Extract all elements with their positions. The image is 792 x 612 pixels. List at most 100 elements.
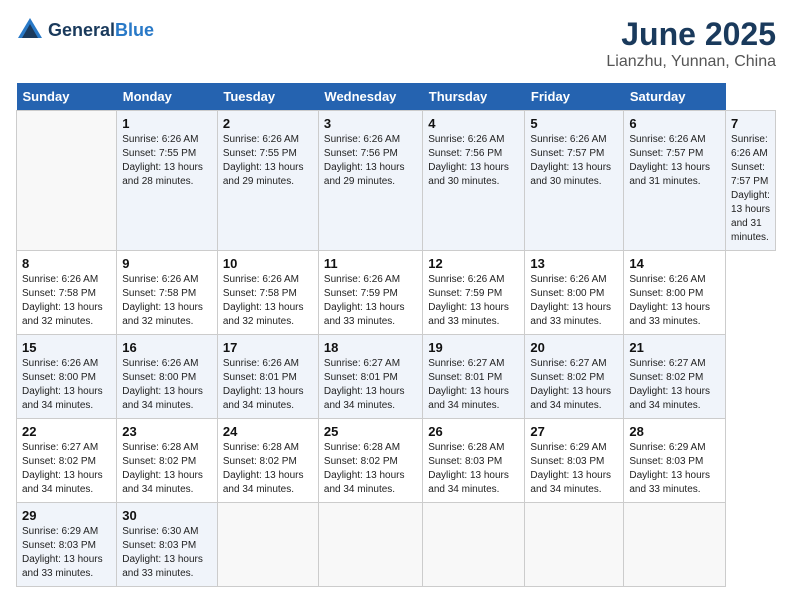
calendar-cell: 4 Sunrise: 6:26 AMSunset: 7:56 PMDaylight…: [423, 111, 525, 251]
day-info: Sunrise: 6:28 AMSunset: 8:02 PMDaylight:…: [122, 441, 212, 497]
weekday-header-friday: Friday: [525, 83, 624, 111]
day-number: 12: [428, 256, 519, 271]
day-number: 24: [223, 424, 313, 439]
day-info: Sunrise: 6:26 AMSunset: 7:58 PMDaylight:…: [22, 273, 111, 329]
day-number: 28: [629, 424, 720, 439]
calendar-cell: 11 Sunrise: 6:26 AMSunset: 7:59 PMDayligh…: [318, 251, 422, 335]
logo: GeneralBlue: [16, 16, 154, 44]
day-info: Sunrise: 6:26 AMSunset: 7:55 PMDaylight:…: [122, 133, 212, 189]
day-number: 18: [324, 340, 417, 355]
title-area: June 2025 Lianzhu, Yunnan, China: [606, 16, 776, 71]
day-number: 19: [428, 340, 519, 355]
calendar-cell: 15 Sunrise: 6:26 AMSunset: 8:00 PMDayligh…: [17, 335, 117, 419]
week-row-4: 22 Sunrise: 6:27 AMSunset: 8:02 PMDayligh…: [17, 419, 776, 503]
calendar-cell: 5 Sunrise: 6:26 AMSunset: 7:57 PMDaylight…: [525, 111, 624, 251]
day-info: Sunrise: 6:27 AMSunset: 8:01 PMDaylight:…: [324, 357, 417, 413]
weekday-header-wednesday: Wednesday: [318, 83, 422, 111]
calendar-cell: 6Sunrise: 6:26 AMSunset: 7:57 PMDaylight…: [624, 111, 726, 251]
day-info: Sunrise: 6:26 AMSunset: 7:58 PMDaylight:…: [122, 273, 212, 329]
day-number: 26: [428, 424, 519, 439]
calendar-cell: 2 Sunrise: 6:26 AMSunset: 7:55 PMDaylight…: [217, 111, 318, 251]
day-info: Sunrise: 6:26 AMSunset: 7:56 PMDaylight:…: [428, 133, 519, 189]
day-info: Sunrise: 6:26 AMSunset: 7:57 PMDaylight:…: [530, 133, 618, 189]
day-info: Sunrise: 6:27 AMSunset: 8:02 PMDaylight:…: [530, 357, 618, 413]
day-info: Sunrise: 6:26 AMSunset: 7:55 PMDaylight:…: [223, 133, 313, 189]
day-number: 23: [122, 424, 212, 439]
day-number: 9: [122, 256, 212, 271]
day-info: Sunrise: 6:26 AMSunset: 7:57 PMDaylight:…: [731, 133, 770, 245]
calendar-cell: 8 Sunrise: 6:26 AMSunset: 7:58 PMDaylight…: [17, 251, 117, 335]
day-info: Sunrise: 6:27 AMSunset: 8:02 PMDaylight:…: [629, 357, 720, 413]
week-row-1: 1Sunrise: 6:26 AMSunset: 7:55 PMDaylight…: [17, 111, 776, 251]
calendar-cell: 7 Sunrise: 6:26 AMSunset: 7:57 PMDaylight…: [726, 111, 776, 251]
day-info: Sunrise: 6:28 AMSunset: 8:02 PMDaylight:…: [324, 441, 417, 497]
calendar-cell: 24 Sunrise: 6:28 AMSunset: 8:02 PMDayligh…: [217, 419, 318, 503]
logo-text: GeneralBlue: [48, 20, 154, 41]
logo-icon: [16, 16, 44, 44]
day-info: Sunrise: 6:27 AMSunset: 8:01 PMDaylight:…: [428, 357, 519, 413]
day-number: 3: [324, 116, 417, 131]
day-number: 11: [324, 256, 417, 271]
header: GeneralBlue June 2025 Lianzhu, Yunnan, C…: [16, 16, 776, 71]
calendar-cell: 10 Sunrise: 6:26 AMSunset: 7:58 PMDayligh…: [217, 251, 318, 335]
day-info: Sunrise: 6:26 AMSunset: 7:57 PMDaylight:…: [629, 133, 720, 189]
day-info: Sunrise: 6:26 AMSunset: 7:58 PMDaylight:…: [223, 273, 313, 329]
day-number: 2: [223, 116, 313, 131]
calendar-cell: 23 Sunrise: 6:28 AMSunset: 8:02 PMDayligh…: [117, 419, 218, 503]
weekday-header-thursday: Thursday: [423, 83, 525, 111]
calendar-cell: 28 Sunrise: 6:29 AMSunset: 8:03 PMDayligh…: [624, 419, 726, 503]
day-info: Sunrise: 6:28 AMSunset: 8:02 PMDaylight:…: [223, 441, 313, 497]
day-number: 5: [530, 116, 618, 131]
calendar-cell: [318, 503, 422, 587]
day-number: 20: [530, 340, 618, 355]
calendar-title: June 2025: [606, 16, 776, 53]
week-row-5: 29Sunrise: 6:29 AMSunset: 8:03 PMDayligh…: [17, 503, 776, 587]
day-info: Sunrise: 6:28 AMSunset: 8:03 PMDaylight:…: [428, 441, 519, 497]
day-info: Sunrise: 6:29 AMSunset: 8:03 PMDaylight:…: [530, 441, 618, 497]
day-info: Sunrise: 6:26 AMSunset: 8:00 PMDaylight:…: [629, 273, 720, 329]
day-number: 25: [324, 424, 417, 439]
day-info: Sunrise: 6:26 AMSunset: 7:59 PMDaylight:…: [428, 273, 519, 329]
day-info: Sunrise: 6:26 AMSunset: 8:01 PMDaylight:…: [223, 357, 313, 413]
logo-general: General: [48, 20, 115, 40]
week-row-3: 15 Sunrise: 6:26 AMSunset: 8:00 PMDayligh…: [17, 335, 776, 419]
day-number: 13: [530, 256, 618, 271]
calendar-cell: 20 Sunrise: 6:27 AMSunset: 8:02 PMDayligh…: [525, 335, 624, 419]
calendar-cell: 25 Sunrise: 6:28 AMSunset: 8:02 PMDayligh…: [318, 419, 422, 503]
day-info: Sunrise: 6:26 AMSunset: 8:00 PMDaylight:…: [122, 357, 212, 413]
day-info: Sunrise: 6:26 AMSunset: 7:59 PMDaylight:…: [324, 273, 417, 329]
calendar-cell: 18 Sunrise: 6:27 AMSunset: 8:01 PMDayligh…: [318, 335, 422, 419]
week-row-2: 8 Sunrise: 6:26 AMSunset: 7:58 PMDaylight…: [17, 251, 776, 335]
weekday-header-tuesday: Tuesday: [217, 83, 318, 111]
calendar-cell: 27Sunrise: 6:29 AMSunset: 8:03 PMDayligh…: [525, 419, 624, 503]
weekday-header-sunday: Sunday: [17, 83, 117, 111]
logo-blue: Blue: [115, 20, 154, 40]
calendar-cell: 9 Sunrise: 6:26 AMSunset: 7:58 PMDaylight…: [117, 251, 218, 335]
calendar-cell: 22 Sunrise: 6:27 AMSunset: 8:02 PMDayligh…: [17, 419, 117, 503]
calendar-cell: 1Sunrise: 6:26 AMSunset: 7:55 PMDaylight…: [117, 111, 218, 251]
calendar-cell: [217, 503, 318, 587]
day-info: Sunrise: 6:29 AMSunset: 8:03 PMDaylight:…: [629, 441, 720, 497]
day-number: 22: [22, 424, 111, 439]
weekday-header-monday: Monday: [117, 83, 218, 111]
calendar-header: SundayMondayTuesdayWednesdayThursdayFrid…: [17, 83, 776, 111]
day-number: 15: [22, 340, 111, 355]
calendar-cell: 29Sunrise: 6:29 AMSunset: 8:03 PMDayligh…: [17, 503, 117, 587]
day-number: 4: [428, 116, 519, 131]
calendar-cell: [525, 503, 624, 587]
calendar-cell: 12 Sunrise: 6:26 AMSunset: 7:59 PMDayligh…: [423, 251, 525, 335]
calendar-cell: 17Sunrise: 6:26 AMSunset: 8:01 PMDayligh…: [217, 335, 318, 419]
day-number: 10: [223, 256, 313, 271]
calendar-cell: 13Sunrise: 6:26 AMSunset: 8:00 PMDayligh…: [525, 251, 624, 335]
day-info: Sunrise: 6:27 AMSunset: 8:02 PMDaylight:…: [22, 441, 111, 497]
day-number: 8: [22, 256, 111, 271]
calendar-cell: 3Sunrise: 6:26 AMSunset: 7:56 PMDaylight…: [318, 111, 422, 251]
day-info: Sunrise: 6:26 AMSunset: 8:00 PMDaylight:…: [22, 357, 111, 413]
calendar-cell: [423, 503, 525, 587]
calendar-cell: 26 Sunrise: 6:28 AMSunset: 8:03 PMDayligh…: [423, 419, 525, 503]
day-number: 21: [629, 340, 720, 355]
weekday-row: SundayMondayTuesdayWednesdayThursdayFrid…: [17, 83, 776, 111]
day-number: 7: [731, 116, 770, 131]
calendar-cell: [624, 503, 726, 587]
calendar-subtitle: Lianzhu, Yunnan, China: [606, 53, 776, 71]
